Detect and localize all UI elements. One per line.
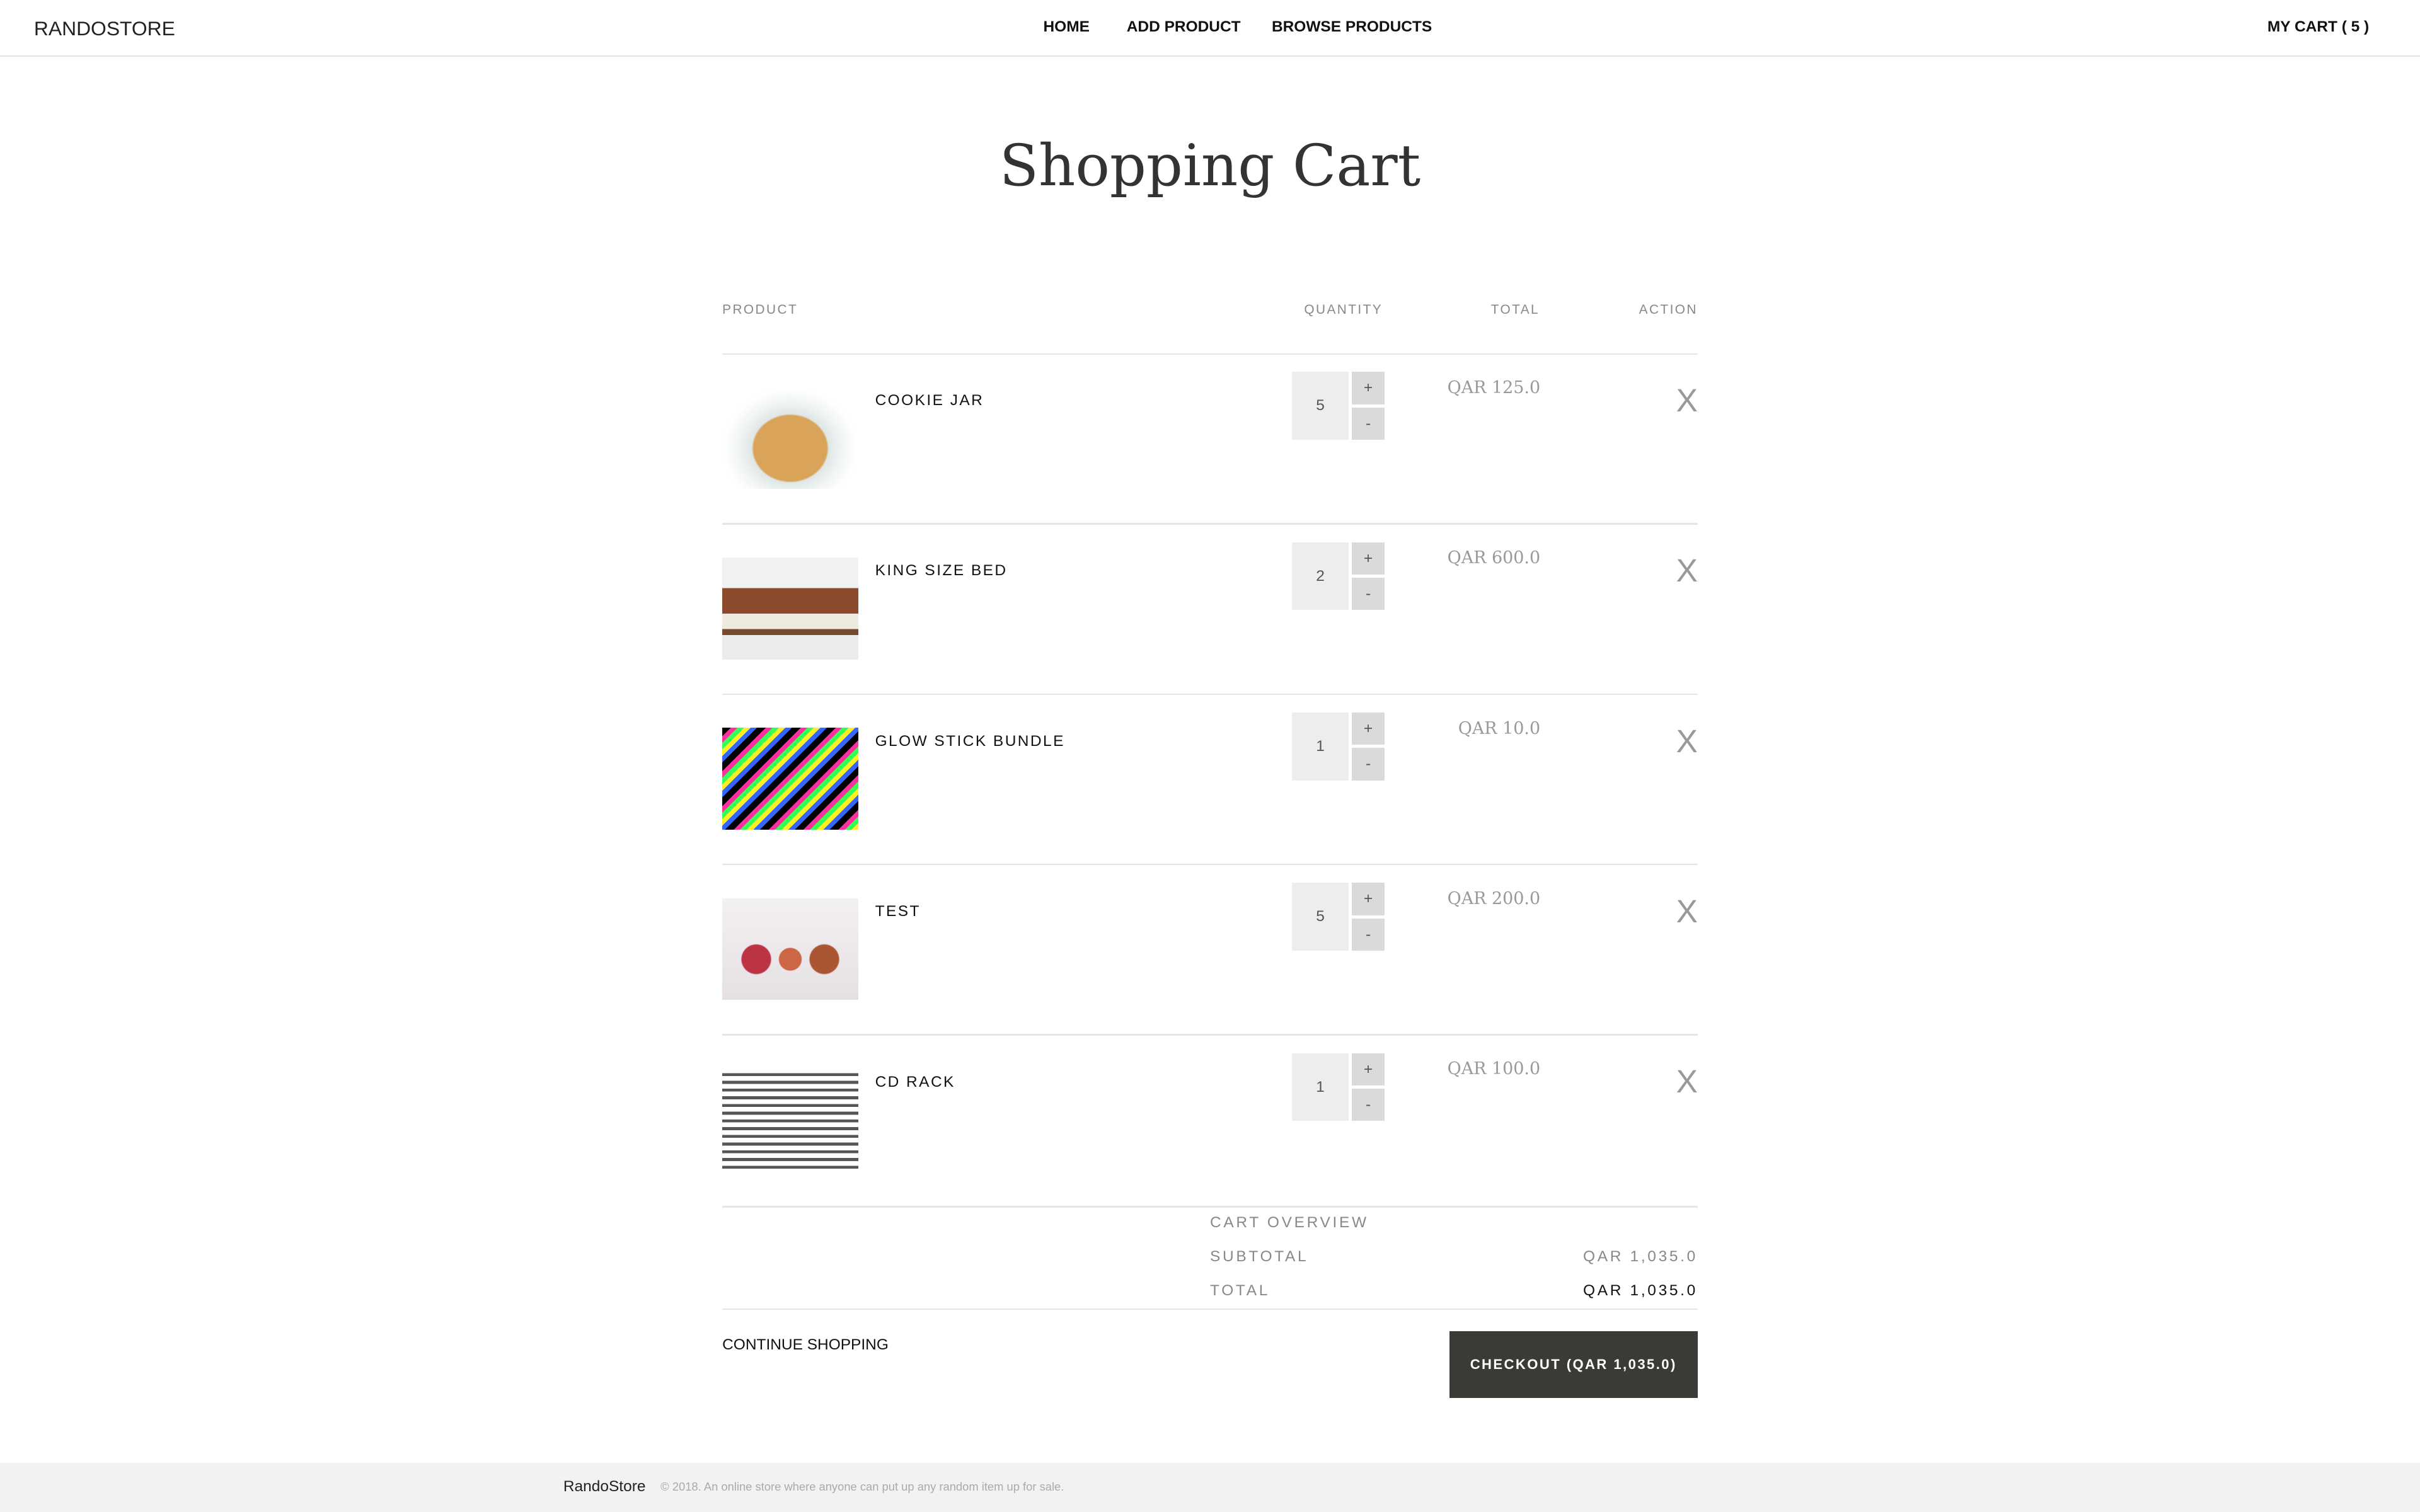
top-nav: RANDOSTORE HOME ADD PRODUCT BROWSE PRODU… [0,0,2420,57]
cart-item-row: CD RACK 1 + - QAR 100.0 X [722,1034,1698,1208]
continue-shopping-link[interactable]: CONTINUE SHOPPING [722,1336,889,1354]
product-name: GLOW STICK BUNDLE [875,732,1065,750]
product-image [722,898,858,1000]
decrease-quantity-button[interactable]: - [1352,748,1385,781]
header-action: ACTION [1639,302,1698,317]
decrease-quantity-button[interactable]: - [1352,1089,1385,1121]
item-total: QAR 125.0 [1447,377,1541,398]
nav-my-cart[interactable]: MY CART ( 5 ) [2267,18,2369,36]
item-total: QAR 600.0 [1447,548,1541,568]
decrease-quantity-button[interactable]: - [1352,918,1385,951]
header-product: PRODUCT [722,302,798,317]
product-image [722,728,858,830]
increase-quantity-button[interactable]: + [1352,712,1385,745]
quantity-input[interactable]: 2 [1291,542,1349,610]
header-total: TOTAL [1490,302,1540,317]
divider [722,1308,1698,1310]
item-total: QAR 10.0 [1458,718,1541,738]
total-label: TOTAL [1210,1282,1270,1300]
item-total: QAR 100.0 [1447,1059,1541,1079]
product-image [722,387,858,490]
remove-item-button[interactable]: X [1676,551,1698,589]
increase-quantity-button[interactable]: + [1352,372,1385,404]
quantity-input[interactable]: 5 [1291,883,1349,951]
product-name: KING SIZE BED [875,562,1008,580]
product-image [722,558,858,660]
footer-brand: RandoStore [563,1478,646,1496]
item-total: QAR 200.0 [1447,889,1541,909]
checkout-button[interactable]: CHECKOUT (QAR 1,035.0) [1449,1331,1698,1398]
footer: RandoStore © 2018. An online store where… [0,1462,2420,1512]
nav-home[interactable]: HOME [1044,18,1090,36]
cart-item-row: KING SIZE BED 2 + - QAR 600.0 X [722,524,1698,695]
quantity-input[interactable]: 1 [1291,712,1349,781]
product-image [722,1068,858,1171]
remove-item-button[interactable]: X [1676,381,1698,419]
subtotal-label: SUBTOTAL [1210,1248,1309,1266]
increase-quantity-button[interactable]: + [1352,883,1385,915]
cart-item-row: TEST 5 + - QAR 200.0 X [722,864,1698,1036]
remove-item-button[interactable]: X [1676,892,1698,930]
decrease-quantity-button[interactable]: - [1352,407,1385,440]
quantity-input[interactable]: 5 [1291,372,1349,440]
decrease-quantity-button[interactable]: - [1352,577,1385,610]
cart-item-row: GLOW STICK BUNDLE 1 + - QAR 10.0 X [722,694,1698,866]
product-name: CD RACK [875,1073,955,1091]
page-title: Shopping Cart [999,132,1421,199]
total-value: QAR 1,035.0 [1583,1282,1698,1300]
nav-add-product[interactable]: ADD PRODUCT [1127,18,1241,36]
brand-link[interactable]: RANDOSTORE [34,17,175,40]
divider [722,1206,1698,1208]
product-name: COOKIE JAR [875,392,984,410]
cart-overview-heading: CART OVERVIEW [1210,1214,1369,1232]
cart-item-row: COOKIE JAR 5 + - QAR 125.0 X [722,353,1698,525]
increase-quantity-button[interactable]: + [1352,542,1385,575]
remove-item-button[interactable]: X [1676,722,1698,760]
product-name: TEST [875,903,921,920]
remove-item-button[interactable]: X [1676,1062,1698,1100]
increase-quantity-button[interactable]: + [1352,1053,1385,1086]
header-quantity: QUANTITY [1304,302,1383,317]
subtotal-value: QAR 1,035.0 [1583,1248,1698,1266]
quantity-input[interactable]: 1 [1291,1053,1349,1121]
footer-copyright: © 2018. An online store where anyone can… [660,1479,1064,1493]
nav-browse-products[interactable]: BROWSE PRODUCTS [1272,18,1432,36]
